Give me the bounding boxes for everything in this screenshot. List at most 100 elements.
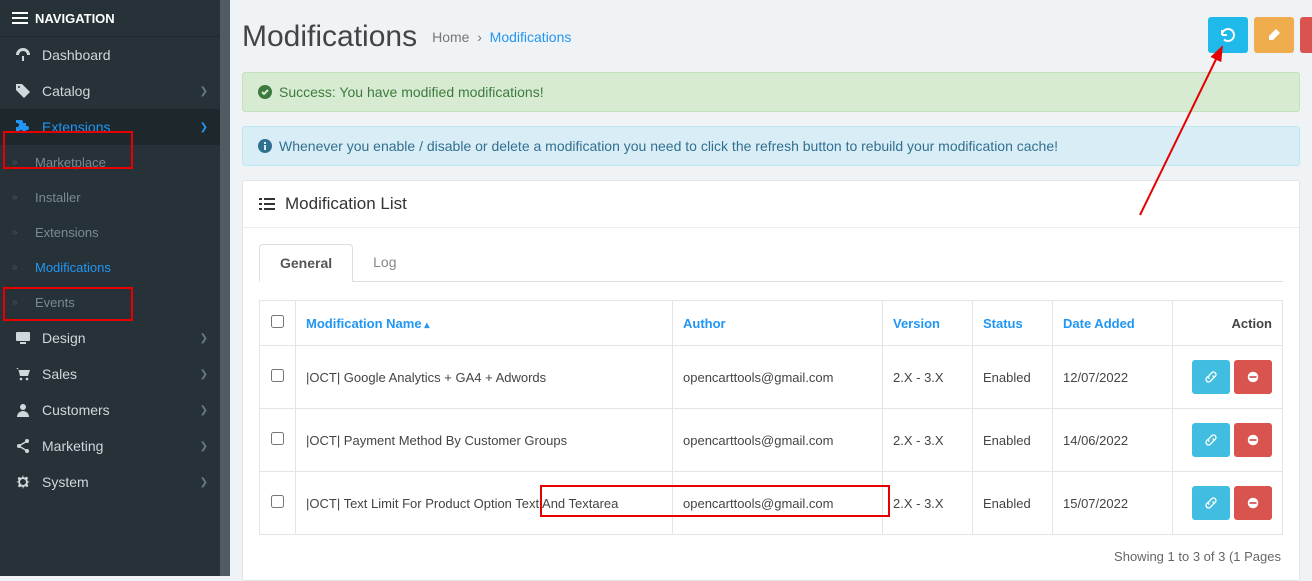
link-button[interactable] — [1192, 360, 1230, 394]
arrow-icon: » — [12, 157, 24, 168]
sidebar-item-label: Sales — [42, 366, 77, 382]
sidebar-item-label: Design — [42, 330, 86, 346]
alert-info: Whenever you enable / disable or delete … — [242, 126, 1300, 166]
cell-action — [1173, 472, 1283, 535]
tag-icon — [15, 83, 31, 99]
select-all-checkbox[interactable] — [271, 315, 284, 328]
cell-status: Enabled — [973, 472, 1053, 535]
row-checkbox[interactable] — [271, 495, 284, 508]
sidebar-sub-installer[interactable]: » Installer — [0, 180, 220, 215]
cell-version: 2.X - 3.X — [883, 472, 973, 535]
chevron-right-icon: ❯ — [200, 122, 208, 133]
sidebar-item-label: Dashboard — [42, 47, 111, 63]
row-checkbox[interactable] — [271, 369, 284, 382]
sidebar-item-extensions[interactable]: Extensions ❯ — [0, 109, 220, 145]
breadcrumb-current[interactable]: Modifications — [490, 29, 572, 45]
panel-heading-text: Modification List — [285, 194, 407, 214]
chevron-right-icon: ❯ — [200, 405, 208, 416]
share-icon — [15, 438, 31, 454]
row-checkbox[interactable] — [271, 432, 284, 445]
link-button[interactable] — [1192, 486, 1230, 520]
sidebar-item-system[interactable]: System ❯ — [0, 464, 220, 500]
sidebar-item-marketing[interactable]: Marketing ❯ — [0, 428, 220, 464]
disable-button[interactable] — [1234, 423, 1272, 457]
row-select — [260, 346, 296, 409]
monitor-icon — [15, 330, 31, 346]
chevron-right-icon: ❯ — [200, 369, 208, 380]
puzzle-icon — [15, 119, 31, 135]
col-author[interactable]: Author — [673, 301, 883, 346]
cell-author: opencarttools@gmail.com — [673, 346, 883, 409]
sidebar-sub-marketplace[interactable]: » Marketplace — [0, 145, 220, 180]
col-date[interactable]: Date Added — [1053, 301, 1173, 346]
cell-name: |OCT| Text Limit For Product Option Text… — [296, 472, 673, 535]
col-name[interactable]: Modification Name — [296, 301, 673, 346]
chevron-right-icon: ❯ — [200, 477, 208, 488]
dashboard-icon — [15, 47, 31, 63]
row-select — [260, 409, 296, 472]
nav-header: NAVIGATION — [0, 0, 220, 37]
alert-text: Whenever you enable / disable or delete … — [279, 138, 1058, 154]
table-row: |OCT| Payment Method By Customer Groupso… — [260, 409, 1283, 472]
sidebar-item-label: Catalog — [42, 83, 90, 99]
info-icon — [257, 138, 273, 154]
sidebar-item-customers[interactable]: Customers ❯ — [0, 392, 220, 428]
clear-button[interactable] — [1254, 17, 1294, 53]
sidebar-item-label: Marketing — [42, 438, 103, 454]
sidebar-sub-label: Installer — [35, 190, 81, 205]
table-row: |OCT| Google Analytics + GA4 + Adwordsop… — [260, 346, 1283, 409]
tab-log[interactable]: Log — [353, 244, 416, 281]
sidebar-item-dashboard[interactable]: Dashboard — [0, 37, 220, 73]
cell-date: 15/07/2022 — [1053, 472, 1173, 535]
cell-version: 2.X - 3.X — [883, 409, 973, 472]
chevron-right-icon: ❯ — [200, 333, 208, 344]
chevron-right-icon: ❯ — [200, 441, 208, 452]
sidebar-sub-label: Events — [35, 295, 75, 310]
sidebar-item-catalog[interactable]: Catalog ❯ — [0, 73, 220, 109]
alert-success: Success: You have modified modifications… — [242, 72, 1300, 112]
arrow-icon: » — [12, 192, 24, 203]
sidebar-sub-label: Modifications — [35, 260, 111, 275]
eraser-icon — [1266, 27, 1282, 43]
sidebar-sub-label: Marketplace — [35, 155, 106, 170]
disable-button[interactable] — [1234, 360, 1272, 394]
refresh-button[interactable] — [1208, 17, 1248, 53]
panel: Modification List General Log Modificati… — [242, 180, 1300, 581]
tab-general[interactable]: General — [259, 244, 353, 282]
sidebar-sub-events[interactable]: » Events — [0, 285, 220, 320]
list-icon — [259, 196, 275, 212]
sidebar-item-label: System — [42, 474, 89, 490]
nav-header-label: NAVIGATION — [35, 11, 115, 26]
cell-action — [1173, 409, 1283, 472]
disable-button[interactable] — [1234, 486, 1272, 520]
page-title: Modifications — [242, 20, 417, 54]
col-version[interactable]: Version — [883, 301, 973, 346]
panel-body: General Log Modification Name Author Ver… — [243, 228, 1299, 580]
cell-action — [1173, 346, 1283, 409]
page-header: Modifications Home › Modifications — [242, 0, 1312, 72]
delete-button[interactable] — [1300, 17, 1312, 53]
arrow-icon: » — [12, 262, 24, 273]
breadcrumb-sep: › — [477, 29, 482, 45]
modifications-table: Modification Name Author Version Status … — [259, 300, 1283, 535]
content: Modifications Home › Modifications Succ — [230, 0, 1312, 576]
row-select — [260, 472, 296, 535]
sidebar-sub-modifications[interactable]: » Modifications — [0, 250, 220, 285]
cell-date: 12/07/2022 — [1053, 346, 1173, 409]
link-button[interactable] — [1192, 423, 1230, 457]
sidebar-sub-extensions[interactable]: » Extensions — [0, 215, 220, 250]
sidebar-item-sales[interactable]: Sales ❯ — [0, 356, 220, 392]
arrow-icon: » — [12, 227, 24, 238]
col-status[interactable]: Status — [973, 301, 1053, 346]
sidebar-item-label: Extensions — [42, 119, 110, 135]
breadcrumb: Home › Modifications — [432, 29, 571, 45]
table-row: |OCT| Text Limit For Product Option Text… — [260, 472, 1283, 535]
sidebar-sub-label: Extensions — [35, 225, 99, 240]
sidebar-item-label: Customers — [42, 402, 110, 418]
gear-icon — [15, 474, 31, 490]
breadcrumb-home[interactable]: Home — [432, 29, 469, 45]
arrow-icon: » — [12, 297, 24, 308]
sidebar-stripe — [220, 0, 230, 576]
sidebar-item-design[interactable]: Design ❯ — [0, 320, 220, 356]
cart-icon — [15, 366, 31, 382]
